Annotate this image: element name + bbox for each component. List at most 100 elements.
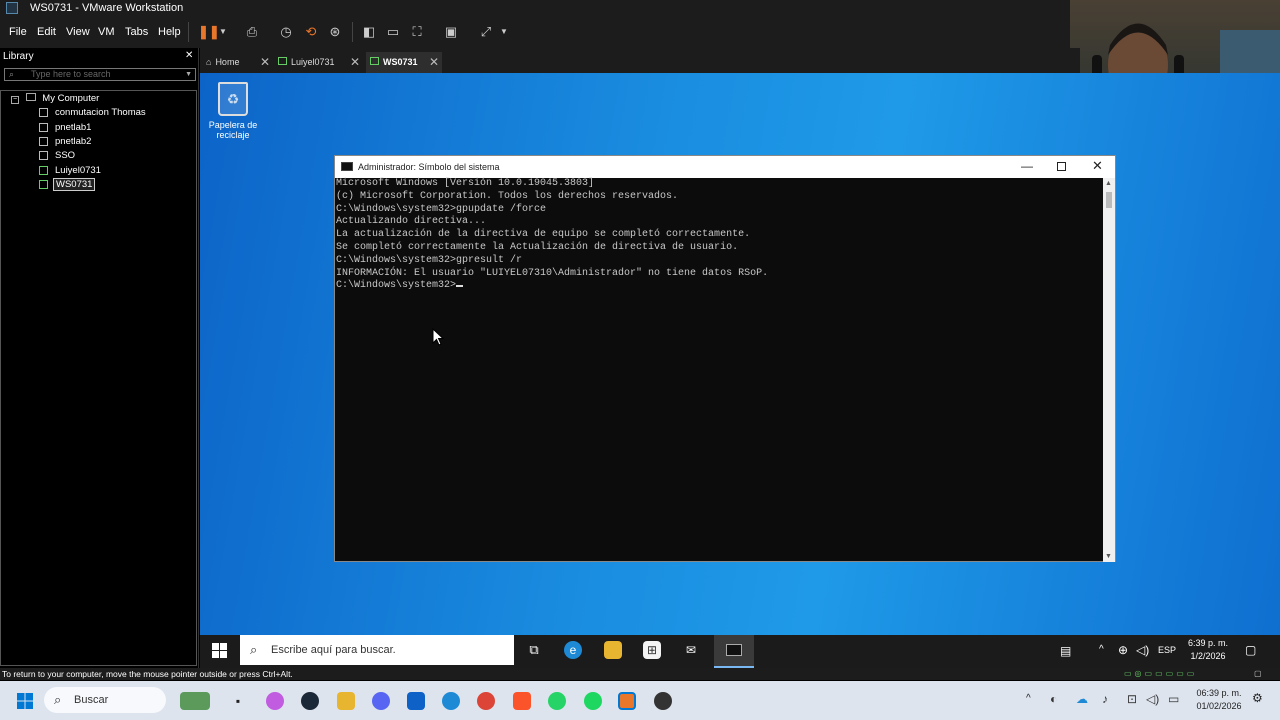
close-icon[interactable]: ✕ bbox=[350, 52, 360, 73]
notifications-icon[interactable]: ▢ bbox=[1245, 643, 1256, 657]
whatsapp-icon[interactable] bbox=[548, 692, 566, 710]
cmd-output[interactable]: Microsoft Windows [Versión 10.0.19045.38… bbox=[335, 178, 1103, 562]
cmd-window[interactable]: Administrador: Símbolo del sistema — ✕ M… bbox=[334, 155, 1116, 562]
stretch-icon[interactable]: ⤢ bbox=[478, 24, 494, 40]
library-view-icon[interactable]: ◧ bbox=[361, 24, 377, 40]
host-date: 01/02/2026 bbox=[1196, 701, 1242, 711]
store-icon[interactable]: ⊞ bbox=[643, 641, 661, 659]
language-indicator[interactable]: ESP bbox=[1158, 645, 1176, 655]
widget-icon[interactable] bbox=[180, 692, 210, 710]
menu-help[interactable]: Help bbox=[158, 26, 181, 38]
file-explorer-icon[interactable] bbox=[604, 641, 622, 659]
status-bar: To return to your computer, move the mou… bbox=[0, 668, 1280, 680]
menu-edit[interactable]: Edit bbox=[37, 26, 56, 38]
host-search-box[interactable]: ⌕ Buscar bbox=[44, 687, 166, 713]
message-icon[interactable]: ▢ bbox=[1254, 668, 1262, 680]
vm-icon bbox=[278, 57, 287, 65]
vm-icon bbox=[39, 123, 48, 132]
scroll-thumb[interactable] bbox=[1106, 192, 1112, 208]
tab-ws0731[interactable]: WS0731 ✕ bbox=[366, 52, 442, 73]
edge-icon[interactable]: e bbox=[564, 641, 582, 659]
tree-vm-ws0731[interactable]: WS0731 bbox=[39, 178, 189, 192]
cmd-taskbar-button[interactable] bbox=[714, 635, 754, 668]
chrome-icon[interactable] bbox=[477, 692, 495, 710]
network-icon[interactable]: ⊡ bbox=[1127, 692, 1137, 706]
recycle-bin[interactable]: ♻ Papelera de reciclaje bbox=[205, 82, 261, 140]
close-icon[interactable]: ✕ bbox=[185, 50, 193, 61]
chevron-down-icon[interactable]: ▼ bbox=[496, 24, 512, 40]
vmware-icon[interactable] bbox=[618, 692, 636, 710]
tree-vm-conmutacion[interactable]: conmutacion Thomas bbox=[39, 106, 189, 120]
discord-icon[interactable] bbox=[372, 692, 390, 710]
chevron-down-icon[interactable]: ▼ bbox=[185, 69, 192, 80]
send-keys-icon[interactable]: ⎙ bbox=[244, 24, 260, 40]
close-icon[interactable]: ✕ bbox=[260, 52, 270, 73]
task-view-icon[interactable]: ▪ bbox=[229, 692, 247, 710]
cmd-line: INFORMACIÓN: El usuario "LUIYEL07310\Adm… bbox=[336, 267, 769, 279]
volume-icon[interactable]: ◁) bbox=[1146, 692, 1159, 706]
tree-vm-sso[interactable]: SSO bbox=[39, 149, 189, 163]
notifications-icon[interactable]: ⚙ bbox=[1252, 691, 1263, 705]
device-status-icons[interactable]: ▭◎▭▭▭▭▭ bbox=[1124, 668, 1197, 680]
mail-icon[interactable]: ✉ bbox=[682, 641, 700, 659]
tree-vm-luiyel0731[interactable]: Luiyel0731 bbox=[39, 164, 189, 178]
guest-search-box[interactable]: ⌕ Escribe aquí para buscar. bbox=[240, 635, 514, 665]
maximize-icon[interactable] bbox=[1057, 162, 1066, 171]
guest-clock[interactable]: 6:39 p. m. 1/2/2026 bbox=[1180, 637, 1236, 663]
chevron-up-icon[interactable]: ^ bbox=[1026, 693, 1031, 704]
search-placeholder: Type here to search bbox=[31, 69, 111, 79]
library-search-input[interactable]: ⌕ Type here to search ▼ bbox=[4, 68, 196, 81]
news-icon[interactable]: ▤ bbox=[1060, 644, 1071, 658]
battery-icon[interactable]: ▭ bbox=[1168, 692, 1179, 706]
close-icon[interactable]: ✕ bbox=[1092, 158, 1103, 174]
cmd-scrollbar[interactable]: ▲ ▼ bbox=[1103, 178, 1115, 562]
tree-vm-pnetlab1[interactable]: pnetlab1 bbox=[39, 121, 189, 135]
menu-file[interactable]: File bbox=[9, 26, 27, 38]
windows-start-icon[interactable] bbox=[17, 693, 33, 709]
app-icon[interactable] bbox=[654, 692, 672, 710]
tree-vm-pnetlab2[interactable]: pnetlab2 bbox=[39, 135, 189, 149]
chevron-up-icon[interactable]: ^ bbox=[1099, 644, 1104, 655]
onedrive-icon[interactable]: ☁ bbox=[1076, 692, 1088, 706]
scroll-up-icon[interactable]: ▲ bbox=[1105, 180, 1112, 187]
vm-icon bbox=[39, 151, 48, 160]
host-clock[interactable]: 06:39 p. m. 01/02/2026 bbox=[1188, 687, 1250, 713]
fullscreen-icon[interactable]: ⛶ bbox=[409, 24, 425, 40]
tab-luiyel0731[interactable]: Luiyel0731 ✕ bbox=[278, 52, 360, 73]
tab-home[interactable]: ⌂ Home ✕ bbox=[206, 52, 270, 73]
tray-icon[interactable]: ◐ bbox=[1050, 692, 1057, 706]
recycle-bin-label: Papelera de reciclaje bbox=[208, 120, 258, 140]
close-icon[interactable]: ✕ bbox=[429, 52, 439, 73]
volume-icon[interactable]: ◁) bbox=[1136, 643, 1149, 657]
app-icon[interactable] bbox=[407, 692, 425, 710]
scroll-down-icon[interactable]: ▼ bbox=[1105, 553, 1112, 560]
mouse-pointer-icon bbox=[432, 328, 444, 346]
cmd-prompt-line[interactable]: C:\Windows\system32> bbox=[336, 280, 1103, 293]
brave-icon[interactable] bbox=[513, 692, 531, 710]
console-view-icon[interactable]: ▣ bbox=[443, 24, 459, 40]
collapse-icon[interactable]: − bbox=[11, 96, 19, 104]
network-icon[interactable]: ⊕ bbox=[1118, 643, 1128, 657]
tree-my-computer[interactable]: − My Computer bbox=[11, 92, 99, 106]
steam-icon[interactable] bbox=[301, 692, 319, 710]
chevron-down-icon[interactable]: ▼ bbox=[215, 24, 231, 40]
cmd-title-bar[interactable]: Administrador: Símbolo del sistema — ✕ bbox=[335, 156, 1115, 178]
menu-view[interactable]: View bbox=[66, 26, 90, 38]
pause-icon[interactable]: ❚❚ bbox=[198, 24, 220, 40]
microphone-icon[interactable]: ♪ bbox=[1102, 692, 1108, 706]
cmd-line: La actualización de la directiva de equi… bbox=[336, 229, 751, 241]
vm-running-icon bbox=[39, 166, 48, 175]
edge-icon[interactable] bbox=[442, 692, 460, 710]
menu-vm[interactable]: VM bbox=[98, 26, 115, 38]
windows-start-icon[interactable] bbox=[212, 643, 227, 658]
thumbnail-view-icon[interactable]: ▭ bbox=[385, 24, 401, 40]
spotify-icon[interactable] bbox=[584, 692, 602, 710]
snapshot-manager-icon[interactable]: ⊛ bbox=[327, 24, 343, 40]
menu-tabs[interactable]: Tabs bbox=[125, 26, 148, 38]
copilot-icon[interactable] bbox=[266, 692, 284, 710]
snapshot-icon[interactable]: ◷ bbox=[278, 24, 294, 40]
task-view-icon[interactable]: ⧉ bbox=[525, 641, 543, 659]
revert-snapshot-icon[interactable]: ⟲ bbox=[303, 24, 319, 40]
file-explorer-icon[interactable] bbox=[337, 692, 355, 710]
minimize-icon[interactable]: — bbox=[1021, 159, 1033, 173]
